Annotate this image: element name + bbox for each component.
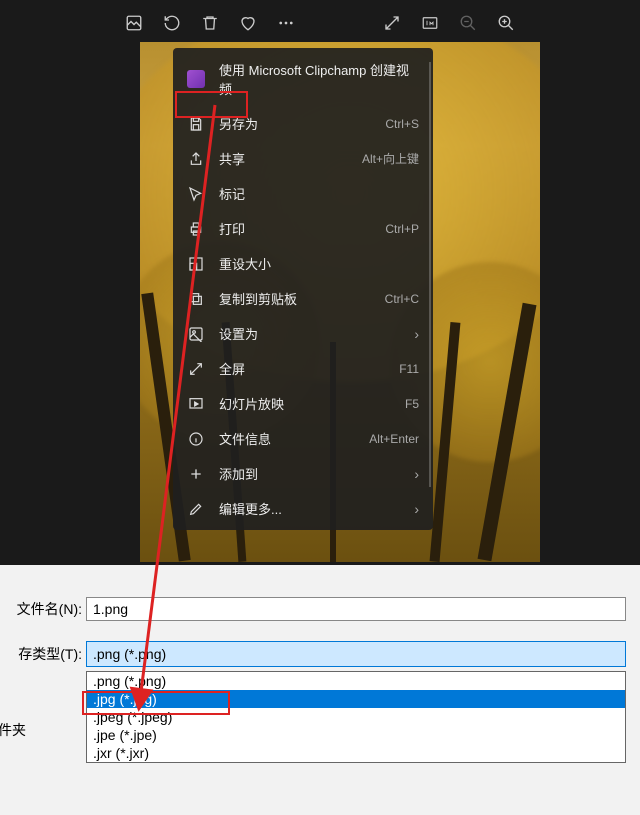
menu-item-copy[interactable]: 复制到剪贴板 Ctrl+C bbox=[173, 281, 433, 316]
filetype-row: 存类型(T): .png (*.png) bbox=[0, 641, 640, 667]
menu-item-label: 文件信息 bbox=[219, 429, 355, 448]
photo-viewer-dark-area: 使用 Microsoft Clipchamp 创建视频 另存为 Ctrl+S 共… bbox=[0, 0, 640, 565]
chevron-right-icon: › bbox=[414, 501, 419, 517]
expand-diagonal-icon[interactable] bbox=[383, 14, 401, 32]
rotate-icon[interactable] bbox=[163, 14, 181, 32]
actual-size-icon[interactable] bbox=[421, 14, 439, 32]
filename-row: 文件名(N): bbox=[0, 597, 640, 621]
menu-item-label: 标记 bbox=[219, 184, 419, 203]
menu-item-shortcut: F11 bbox=[399, 362, 419, 376]
menu-item-label: 共享 bbox=[219, 149, 348, 168]
menu-item-label: 使用 Microsoft Clipchamp 创建视频 bbox=[219, 60, 419, 98]
more-dots-icon[interactable] bbox=[277, 14, 295, 32]
menu-item-label: 另存为 bbox=[219, 114, 371, 133]
menu-item-add-to[interactable]: 添加到 › bbox=[173, 456, 433, 491]
filetype-label: 存类型(T): bbox=[0, 644, 82, 664]
fullscreen-icon bbox=[187, 360, 205, 378]
context-menu: 使用 Microsoft Clipchamp 创建视频 另存为 Ctrl+S 共… bbox=[173, 48, 433, 530]
menu-item-label: 编辑更多... bbox=[219, 499, 400, 518]
menu-item-shortcut: Ctrl+C bbox=[385, 292, 419, 306]
filetype-value: .png (*.png) bbox=[93, 646, 166, 662]
menu-item-label: 幻灯片放映 bbox=[219, 394, 391, 413]
menu-item-label: 复制到剪贴板 bbox=[219, 289, 371, 308]
wallpaper-icon bbox=[187, 325, 205, 343]
menu-item-tag[interactable]: 标记 bbox=[173, 176, 433, 211]
menu-item-label: 全屏 bbox=[219, 359, 385, 378]
menu-item-slideshow[interactable]: 幻灯片放映 F5 bbox=[173, 386, 433, 421]
info-icon bbox=[187, 430, 205, 448]
clipchamp-icon bbox=[187, 70, 205, 88]
menu-item-label: 重设大小 bbox=[219, 254, 419, 273]
menu-item-fullscreen[interactable]: 全屏 F11 bbox=[173, 351, 433, 386]
resize-icon bbox=[187, 255, 205, 273]
filetype-option-jpe[interactable]: .jpe (*.jpe) bbox=[87, 726, 625, 744]
menu-item-resize[interactable]: 重设大小 bbox=[173, 246, 433, 281]
slideshow-icon bbox=[187, 395, 205, 413]
save-icon bbox=[187, 115, 205, 133]
delete-icon[interactable] bbox=[201, 14, 219, 32]
menu-item-shortcut: F5 bbox=[405, 397, 419, 411]
menu-item-file-info[interactable]: 文件信息 Alt+Enter bbox=[173, 421, 433, 456]
menu-item-label: 打印 bbox=[219, 219, 371, 238]
copy-icon bbox=[187, 290, 205, 308]
menu-item-share[interactable]: 共享 Alt+向上键 bbox=[173, 141, 433, 176]
filename-input[interactable] bbox=[86, 597, 626, 621]
menu-scrollbar[interactable] bbox=[429, 62, 431, 487]
add-icon bbox=[187, 465, 205, 483]
zoom-out-icon[interactable] bbox=[459, 14, 477, 32]
top-toolbar bbox=[0, 0, 640, 32]
zoom-in-icon[interactable] bbox=[497, 14, 515, 32]
hide-folders-label[interactable]: 件夹 bbox=[0, 720, 26, 740]
menu-item-set-as[interactable]: 设置为 › bbox=[173, 316, 433, 351]
edit-image-icon[interactable] bbox=[125, 14, 143, 32]
filetype-option-png[interactable]: .png (*.png) bbox=[87, 672, 625, 690]
filetype-option-jpg[interactable]: .jpg (*.jpg) bbox=[87, 690, 625, 708]
share-icon bbox=[187, 150, 205, 168]
menu-item-shortcut: Alt+Enter bbox=[369, 432, 419, 446]
menu-item-save-as[interactable]: 另存为 Ctrl+S bbox=[173, 106, 433, 141]
menu-item-clipchamp[interactable]: 使用 Microsoft Clipchamp 创建视频 bbox=[173, 52, 433, 106]
menu-item-print[interactable]: 打印 Ctrl+P bbox=[173, 211, 433, 246]
edit-more-icon bbox=[187, 500, 205, 518]
favorite-heart-icon[interactable] bbox=[239, 14, 257, 32]
menu-item-label: 添加到 bbox=[219, 464, 400, 483]
filetype-combobox[interactable]: .png (*.png) bbox=[86, 641, 626, 667]
save-dialog-area: 文件名(N): 存类型(T): .png (*.png) .png (*.png… bbox=[0, 565, 640, 815]
menu-item-label: 设置为 bbox=[219, 324, 400, 343]
filetype-option-jpeg[interactable]: .jpeg (*.jpeg) bbox=[87, 708, 625, 726]
menu-item-shortcut: Ctrl+S bbox=[385, 117, 419, 131]
menu-item-edit-more[interactable]: 编辑更多... › bbox=[173, 491, 433, 526]
menu-item-shortcut: Alt+向上键 bbox=[362, 150, 419, 167]
filetype-dropdown-list: .png (*.png) .jpg (*.jpg) .jpeg (*.jpeg)… bbox=[86, 671, 626, 763]
print-icon bbox=[187, 220, 205, 238]
chevron-right-icon: › bbox=[414, 326, 419, 342]
filename-label: 文件名(N): bbox=[0, 599, 82, 619]
filetype-option-jxr[interactable]: .jxr (*.jxr) bbox=[87, 744, 625, 762]
chevron-right-icon: › bbox=[414, 466, 419, 482]
menu-item-shortcut: Ctrl+P bbox=[385, 222, 419, 236]
tag-icon bbox=[187, 185, 205, 203]
